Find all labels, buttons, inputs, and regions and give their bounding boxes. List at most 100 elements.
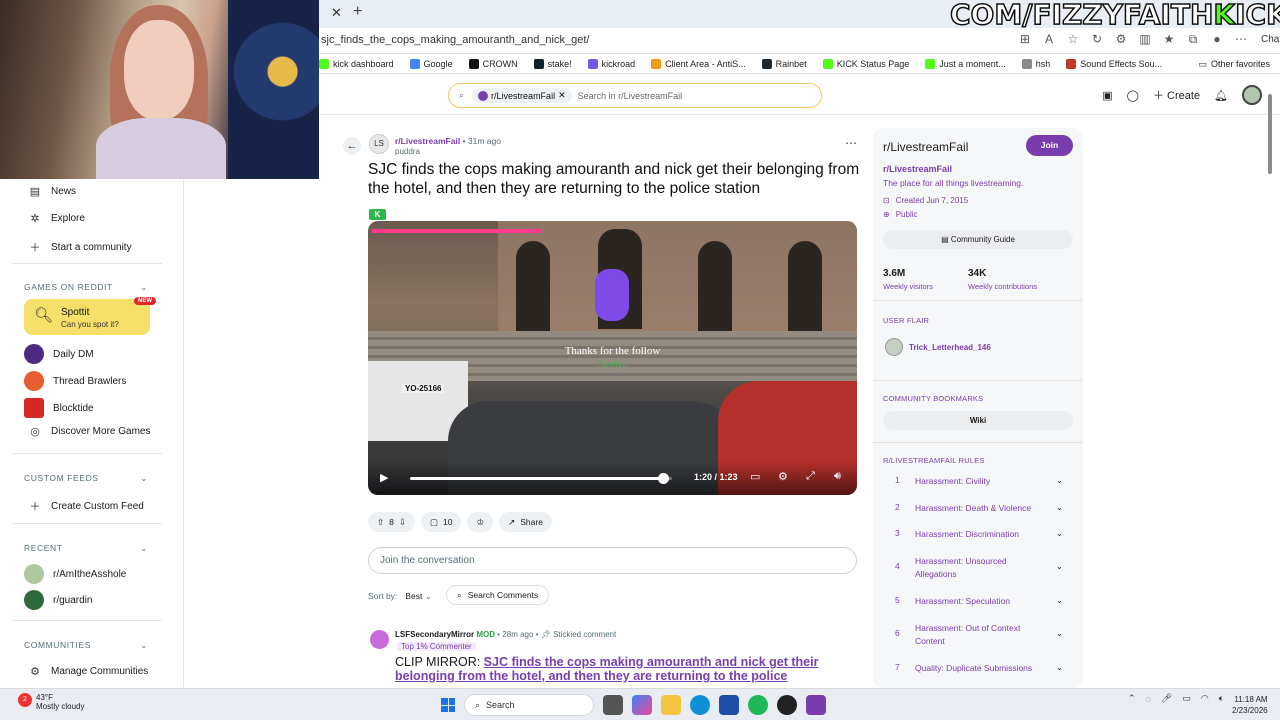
windows-start-icon[interactable] bbox=[441, 698, 455, 712]
bookmark-item[interactable]: KICK Status Page bbox=[822, 58, 909, 69]
sidebar-item-news[interactable]: ▤ News bbox=[28, 185, 76, 198]
community-guide-button[interactable]: ▤ Community Guide bbox=[883, 230, 1073, 249]
search-input[interactable]: Search in r/LivestreamFail bbox=[578, 91, 683, 101]
sidebar-item-amitheasshole[interactable]: r/AmItheAsshole bbox=[24, 564, 126, 584]
search-scope-chip[interactable]: r/LivestreamFail ✕ bbox=[472, 88, 572, 103]
other-favorites[interactable]: ▭ Other favorites bbox=[1198, 59, 1270, 70]
wifi-icon[interactable]: ◠ bbox=[1201, 693, 1209, 704]
subreddit-link[interactable]: r/LivestreamFail bbox=[395, 136, 460, 146]
more-options-icon[interactable]: ⋯ bbox=[845, 136, 857, 150]
advertise-icon[interactable]: ▣ bbox=[1102, 89, 1112, 102]
bookmark-item[interactable]: kick dashboard bbox=[319, 58, 394, 69]
comment-author[interactable]: LSFSecondaryMirror bbox=[395, 630, 474, 639]
sidebar-item-explore[interactable]: ✲ Explore bbox=[28, 212, 85, 225]
bookmark-item[interactable]: Client Area - AntiS... bbox=[651, 58, 746, 69]
menu-dots-icon[interactable]: ⋯ bbox=[1234, 32, 1248, 47]
bookmark-item[interactable]: Google bbox=[409, 58, 453, 69]
join-conversation-input[interactable]: Join the conversation bbox=[368, 547, 857, 574]
store-icon[interactable] bbox=[719, 695, 739, 715]
user-flair[interactable]: Trick_Letterhead_146 bbox=[885, 338, 991, 356]
bookmark-item[interactable]: Rainbet bbox=[761, 58, 807, 69]
chip-close-icon[interactable]: ✕ bbox=[558, 90, 566, 101]
collections-icon[interactable]: ⧉ bbox=[1186, 32, 1200, 47]
split-screen-icon[interactable]: ▥ bbox=[1138, 32, 1152, 47]
join-button[interactable]: Join bbox=[1026, 135, 1073, 156]
read-aloud-icon[interactable]: A bbox=[1042, 32, 1056, 47]
volume-icon[interactable]: 🔈︎ bbox=[1219, 693, 1224, 704]
subreddit-avatar[interactable]: LS bbox=[369, 134, 389, 154]
network-icon[interactable]: ◌ bbox=[1146, 694, 1151, 704]
spotify-icon[interactable] bbox=[748, 695, 768, 715]
fullscreen-icon[interactable]: ⤢ bbox=[806, 470, 815, 483]
favorites-icon[interactable]: ★ bbox=[1162, 32, 1176, 47]
edge-browser-icon[interactable] bbox=[690, 695, 710, 715]
sidebar-item-blocktide[interactable]: Blocktide bbox=[24, 398, 94, 418]
bookmark-item[interactable]: kickroad bbox=[587, 58, 635, 69]
upvote-icon[interactable]: ⇧ bbox=[377, 517, 384, 528]
play-icon[interactable]: ▶ bbox=[380, 471, 388, 484]
taskbar-search[interactable]: ⌕ Search bbox=[464, 694, 594, 716]
post-author[interactable]: puddra bbox=[395, 147, 420, 156]
refresh-icon[interactable]: ↻ bbox=[1090, 32, 1104, 47]
volume-icon[interactable]: 🔊︎ bbox=[834, 470, 841, 483]
rule-item[interactable]: 1 Harassment: Civility ⌄ bbox=[895, 475, 1065, 488]
copilot-chat-button[interactable]: Chat bbox=[1258, 32, 1280, 47]
app-available-icon[interactable]: ⊞ bbox=[1018, 32, 1032, 47]
bookmark-item[interactable]: Just a moment... bbox=[925, 58, 1006, 69]
chat-icon[interactable]: ◯ bbox=[1127, 89, 1139, 102]
sidebar-item-thread-brawlers[interactable]: Thread Brawlers bbox=[24, 371, 126, 391]
sidebar-item-discover-games[interactable]: ◎ Discover More Games bbox=[28, 425, 150, 438]
task-view-icon[interactable] bbox=[603, 695, 623, 715]
video-player[interactable]: YO-25166 Thanks for the follow Newlyn ▶ … bbox=[368, 221, 857, 495]
rule-item[interactable]: 6 Harassment: Out of Context Content ⌄ bbox=[895, 622, 1065, 648]
sidebar-item-guardin[interactable]: r/guardin bbox=[24, 590, 92, 610]
rule-item[interactable]: 5 Harassment: Speculation ⌄ bbox=[895, 595, 1065, 608]
search-bar[interactable]: ⌕ r/LivestreamFail ✕ Search in r/Livestre… bbox=[448, 83, 822, 108]
microphone-icon[interactable]: 🎤︎ bbox=[1161, 693, 1172, 704]
rule-item[interactable]: 2 Harassment: Death & Violence ⌄ bbox=[895, 502, 1065, 515]
user-avatar[interactable] bbox=[1242, 85, 1262, 105]
bookmark-item[interactable]: Sound Effects Sou... bbox=[1066, 58, 1162, 69]
copilot-app-icon[interactable] bbox=[632, 695, 652, 715]
settings-gear-icon[interactable]: ⚙ bbox=[778, 470, 788, 483]
games-section-header[interactable]: GAMES ON REDDIT ⌄ bbox=[24, 282, 148, 293]
weather-widget[interactable]: 2 43°F Mostly cloudy bbox=[18, 693, 84, 711]
share-button[interactable]: ↗ Share bbox=[499, 512, 552, 532]
wiki-button[interactable]: Wiki bbox=[883, 411, 1073, 430]
bookmark-item[interactable]: hsh bbox=[1021, 58, 1050, 69]
captions-icon[interactable]: ▭ bbox=[750, 470, 760, 483]
create-button[interactable]: ＋ Create bbox=[1153, 87, 1200, 103]
sidebar-item-daily-dm[interactable]: Daily DM bbox=[24, 344, 94, 364]
video-progress-bar[interactable] bbox=[410, 473, 672, 484]
search-comments-button[interactable]: ⌕ Search Comments bbox=[446, 585, 550, 605]
comments-button[interactable]: ▢ 10 bbox=[420, 512, 462, 532]
app-icon[interactable] bbox=[806, 695, 826, 715]
sort-by[interactable]: Sort by: Best ⌄ bbox=[368, 591, 432, 602]
tab-close-icon[interactable]: ✕ bbox=[331, 5, 342, 21]
communities-section-header[interactable]: COMMUNITIES ⌄ bbox=[24, 640, 148, 651]
new-tab-icon[interactable]: + bbox=[353, 3, 362, 21]
file-explorer-icon[interactable] bbox=[661, 695, 681, 715]
back-button[interactable]: ← bbox=[343, 137, 361, 155]
display-icon[interactable]: ▭ bbox=[1182, 693, 1191, 704]
chevron-up-icon[interactable]: ⌃ bbox=[1128, 693, 1136, 704]
scrollbar-thumb[interactable] bbox=[1268, 94, 1272, 174]
rule-item[interactable]: 4 Harassment: Unsourced Allegations ⌄ bbox=[895, 555, 1065, 581]
rule-item[interactable]: 3 Harassment: Discrimination ⌄ bbox=[895, 528, 1065, 541]
rule-item[interactable]: 7 Quality: Duplicate Submissions ⌄ bbox=[895, 662, 1065, 675]
award-button[interactable]: ♔ bbox=[467, 512, 494, 532]
taskbar-clock[interactable]: 11:18 AM 2/23/2026 bbox=[1232, 694, 1268, 716]
video-scrubber-handle[interactable] bbox=[657, 473, 669, 484]
profile-icon[interactable]: ● bbox=[1210, 32, 1224, 47]
downvote-icon[interactable]: ⇩ bbox=[399, 517, 406, 528]
commenter-avatar[interactable] bbox=[370, 630, 389, 649]
bookmark-item[interactable]: stake! bbox=[533, 58, 572, 69]
bookmark-item[interactable]: CROWN bbox=[468, 58, 518, 69]
create-custom-feed-button[interactable]: ＋ Create Custom Feed bbox=[28, 498, 144, 514]
notifications-bell-icon[interactable]: 🔔︎ bbox=[1214, 89, 1228, 102]
page-scrollbar[interactable] bbox=[1268, 90, 1274, 680]
custom-feeds-section-header[interactable]: CUSTOM FEEDS ⌄ bbox=[24, 473, 148, 484]
sidebar-item-start-community[interactable]: ＋ Start a community bbox=[28, 239, 132, 255]
spottit-card[interactable]: 🔍︎ Spottit Can you spot it? NEW bbox=[24, 297, 156, 335]
manage-communities-button[interactable]: ⚙ Manage Communities bbox=[28, 665, 148, 678]
